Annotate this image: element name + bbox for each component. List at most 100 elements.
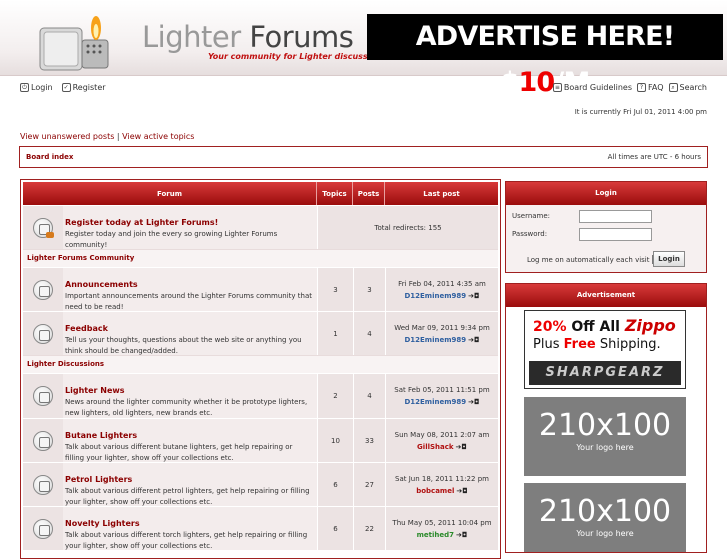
topics-count: 3	[317, 268, 353, 311]
advertise-banner[interactable]: ADVERTISE HERE! $10/M	[367, 14, 723, 98]
forum-read-icon	[33, 430, 53, 451]
auto-login-label: Log me on automatically each visit	[527, 255, 650, 264]
forum-row: Novelty Lighters Talk about various diffe…	[23, 506, 498, 550]
breadcrumb: Board index All times are UTC - 6 hours	[19, 146, 708, 168]
posts-count: 33	[353, 419, 385, 462]
forum-description: Tell us your thoughts, questions about t…	[65, 336, 302, 355]
forum-read-icon	[33, 279, 53, 300]
forum-description: Talk about various different butane ligh…	[65, 443, 293, 462]
ad-plus: Plus	[533, 337, 564, 352]
site-title[interactable]: Lighter Forums	[142, 20, 354, 54]
forum-description: Register today and join the every so gro…	[65, 230, 278, 249]
search-label: Search	[679, 83, 707, 92]
zippo-ad[interactable]: 20% Off All Zippo Plus Free Shipping. SH…	[524, 310, 686, 389]
search-icon: ⌕	[668, 83, 678, 92]
topics-count: 6	[317, 507, 353, 550]
guidelines-link[interactable]: ≡ Board Guidelines	[552, 83, 633, 92]
forum-link[interactable]: Novelty Lighters	[65, 519, 140, 528]
last-post-author[interactable]: D12Eminem989	[404, 336, 466, 344]
forum-row: Feedback Tell us your thoughts, questions…	[23, 311, 498, 355]
search-link[interactable]: ⌕ Search	[668, 83, 707, 92]
placeholder-text: Your logo here	[576, 443, 634, 452]
register-link[interactable]: ✓ Register	[61, 83, 106, 92]
goto-post-icon[interactable]: ➔◘	[456, 441, 467, 453]
faq-label: FAQ	[648, 83, 664, 92]
topics-count: 6	[317, 463, 353, 506]
quick-links: View unanswered posts | View active topi…	[20, 132, 194, 141]
register-icon: ✓	[61, 83, 71, 92]
login-button[interactable]: Login	[653, 251, 685, 267]
goto-post-icon[interactable]: ➔◘	[468, 334, 479, 346]
help-icon: ?	[637, 83, 647, 92]
auto-login-row: Log me on automatically each visit	[527, 255, 661, 264]
forum-row: Butane Lighters Talk about various differ…	[23, 418, 498, 462]
col-forum: Forum	[23, 182, 317, 205]
placeholder-size: 210x100	[538, 408, 672, 443]
forum-table-header: Forum Topics Posts Last post	[23, 182, 498, 205]
forum-link[interactable]: Petrol Lighters	[65, 475, 132, 484]
forum-read-icon	[33, 474, 53, 495]
ad-off-text: Off All	[566, 319, 625, 335]
col-topics: Topics	[317, 182, 353, 205]
category-lighter-forums-community[interactable]: Lighter Forums Community	[23, 249, 498, 267]
username-input[interactable]	[579, 210, 652, 223]
forum-row: Petrol Lighters Talk about various differ…	[23, 462, 498, 506]
posts-count: 3	[353, 268, 385, 311]
forum-description: News around the lighter community whethe…	[65, 398, 308, 417]
forum-link[interactable]: Announcements	[65, 280, 138, 289]
col-posts: Posts	[353, 182, 385, 205]
goto-post-icon[interactable]: ➔◘	[468, 290, 479, 302]
last-post-author[interactable]: D12Eminem989	[404, 292, 466, 300]
ad-shipping: Shipping.	[595, 337, 661, 352]
register-label: Register	[72, 83, 106, 92]
guidelines-label: Board Guidelines	[563, 83, 633, 92]
posts-count: 4	[353, 374, 385, 418]
site-header: Lighter Forums Your community for Lighte…	[0, 0, 727, 98]
forum-link[interactable]: Feedback	[65, 324, 108, 333]
username-label: Username:	[512, 212, 551, 220]
last-post-date: Thu May 05, 2011 10:04 pm	[392, 518, 492, 527]
last-post-author[interactable]: metihed7	[417, 531, 454, 539]
posts-count: 4	[353, 312, 385, 355]
redirects-count: Total redirects: 155	[317, 206, 498, 249]
document-icon: ≡	[552, 83, 562, 92]
topics-count: 1	[317, 312, 353, 355]
nav-right: ≡ Board Guidelines ? FAQ ⌕ Search	[552, 83, 707, 92]
login-panel-title: Login	[506, 182, 706, 205]
separator: |	[116, 132, 120, 141]
goto-post-icon[interactable]: ➔◘	[468, 396, 479, 408]
forum-read-icon	[33, 518, 53, 539]
forum-row-register: Register today at Lighter Forums! Regist…	[23, 205, 498, 249]
logo-placeholder-ad[interactable]: 210x100 Your logo here	[524, 483, 686, 552]
logo-placeholder-ad[interactable]: 210x100 Your logo here	[524, 397, 686, 476]
placeholder-text: Your logo here	[576, 529, 634, 538]
last-post-author[interactable]: D12Eminem989	[404, 398, 466, 406]
board-index-link[interactable]: Board index	[26, 147, 73, 167]
forum-list: Forum Topics Posts Last post Register to…	[20, 179, 501, 559]
ad-discount: 20%	[533, 319, 567, 335]
lighter-logo-icon[interactable]	[30, 6, 126, 72]
goto-post-icon[interactable]: ➔◘	[456, 529, 467, 541]
category-lighter-discussions[interactable]: Lighter Discussions	[23, 355, 498, 373]
advertisement-title: Advertisement	[506, 284, 706, 307]
last-post-date: Sun May 08, 2011 2:07 am	[394, 430, 490, 439]
goto-post-icon[interactable]: ➔◘	[456, 485, 467, 497]
last-post-author[interactable]: bobcamel	[416, 487, 454, 495]
last-post-author[interactable]: GillShack	[417, 443, 454, 451]
view-unanswered-link[interactable]: View unanswered posts	[20, 132, 114, 141]
sharpgearz-logo: SHARPGEARZ	[529, 361, 681, 385]
forum-read-icon	[33, 386, 53, 406]
password-input[interactable]	[579, 228, 652, 241]
col-last-post: Last post	[423, 189, 460, 198]
site-tagline: Your community for Lighter discussions!	[208, 52, 391, 61]
forum-link-register[interactable]: Register today at Lighter Forums!	[65, 218, 218, 227]
last-post-date: Sat Jun 18, 2011 11:22 pm	[395, 474, 489, 483]
faq-link[interactable]: ? FAQ	[637, 83, 664, 92]
forum-description: Talk about various different torch light…	[65, 531, 308, 550]
forum-link[interactable]: Lighter News	[65, 386, 125, 395]
login-link[interactable]: ⏻ Login	[20, 83, 53, 92]
forum-row: Lighter News News around the lighter comm…	[23, 373, 498, 418]
view-active-link[interactable]: View active topics	[122, 132, 194, 141]
zippo-brand: Zippo	[624, 316, 676, 335]
forum-link[interactable]: Butane Lighters	[65, 431, 137, 440]
